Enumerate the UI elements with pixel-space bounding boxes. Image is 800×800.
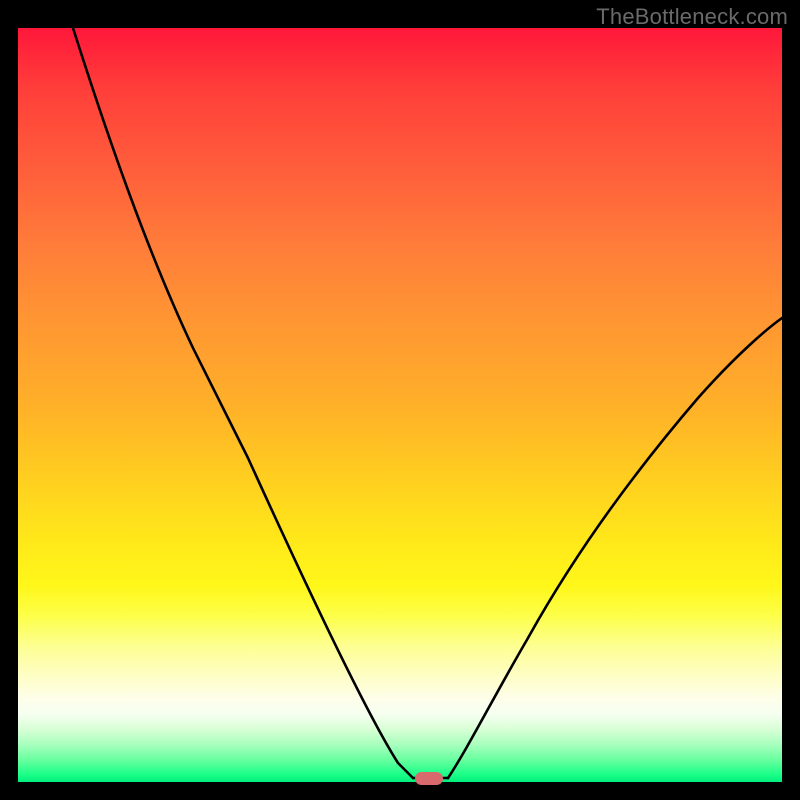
watermark-text: TheBottleneck.com: [596, 4, 788, 30]
optimum-marker: [415, 772, 443, 785]
bottleneck-curve: [18, 28, 782, 782]
chart-plot-area: [18, 28, 782, 782]
page-root: TheBottleneck.com: [0, 0, 800, 800]
curve-right-branch: [448, 318, 782, 778]
curve-left-branch: [73, 28, 413, 778]
